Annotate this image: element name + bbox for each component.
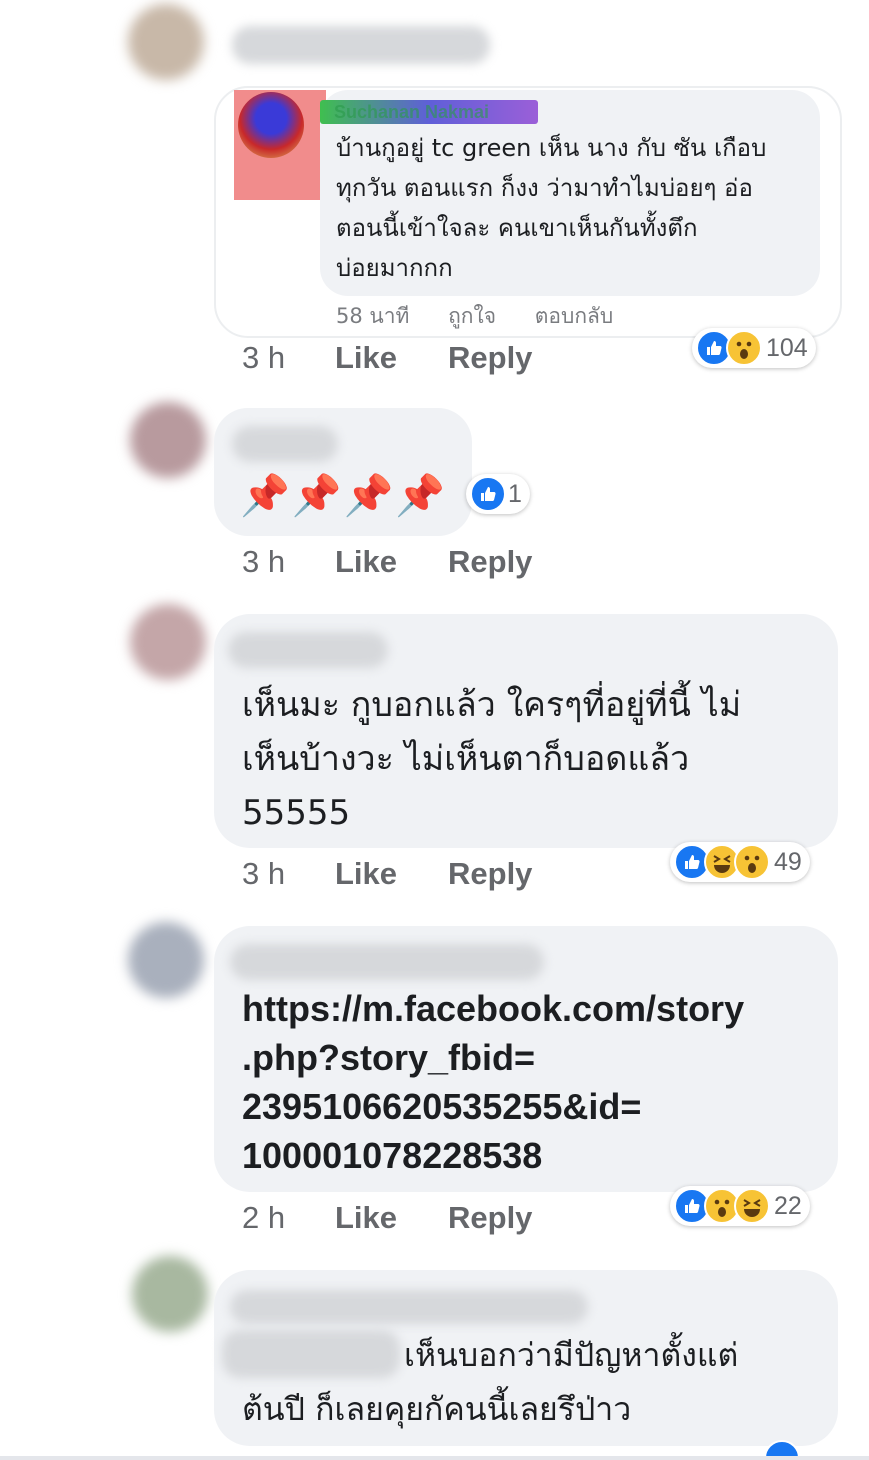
comment-time: 3 h [242, 544, 286, 579]
reaction-count: 22 [774, 1191, 802, 1220]
embedded-avatar [238, 92, 304, 158]
comment-time: 3 h [242, 856, 286, 891]
avatar[interactable] [132, 1256, 208, 1332]
page-bottom-edge [0, 1456, 869, 1460]
like-button[interactable]: Like [335, 1200, 397, 1236]
wow-icon [734, 844, 770, 880]
reaction-count: 104 [766, 333, 808, 362]
commenter-name-redacted[interactable] [232, 426, 338, 462]
like-icon [470, 476, 506, 512]
embedded-reply: ตอบกลับ [534, 304, 614, 328]
avatar[interactable] [128, 922, 204, 998]
mention-redacted[interactable] [222, 1330, 400, 1378]
like-button[interactable]: Like [335, 340, 397, 376]
comment-text-line2: ต้นปี ก็เลยคุยกัคนนี้เลยรึป่าว [242, 1390, 632, 1428]
embedded-author-redaction: Suchanan Nakmai [320, 100, 538, 124]
reaction-summary[interactable]: 104 [692, 328, 816, 368]
embedded-time: 58 นาที [336, 304, 410, 328]
reply-button[interactable]: Reply [448, 340, 532, 376]
comment-time: 2 h [242, 1200, 286, 1235]
haha-icon [734, 1188, 770, 1224]
comment-time: 3 h [242, 340, 286, 375]
avatar[interactable] [130, 604, 206, 680]
commenter-name-redacted[interactable] [232, 26, 490, 64]
comment-text: เห็นมะ กูบอกแล้ว ใครๆที่อยู่ที่นี้ ไม่ เ… [242, 685, 742, 833]
comment-link[interactable]: https://m.facebook.com/story .php?story_… [242, 984, 822, 1180]
reaction-summary[interactable]: 1 [466, 474, 530, 514]
reply-button[interactable]: Reply [448, 856, 532, 892]
like-button[interactable]: Like [335, 544, 397, 580]
embedded-like: ถูกใจ [448, 304, 497, 328]
commenter-name-redacted[interactable] [228, 632, 388, 668]
avatar[interactable] [128, 4, 204, 80]
embedded-comment-text: บ้านกูอยู่ tc green เห็น นาง กับ ซัน เกื… [336, 134, 767, 282]
reaction-summary[interactable]: 22 [670, 1186, 810, 1226]
avatar[interactable] [130, 402, 206, 478]
commenter-name-redacted[interactable] [230, 1290, 588, 1324]
reply-button[interactable]: Reply [448, 1200, 532, 1236]
comment-text-line1: เห็นบอกว่ามีปัญหาตั้งแต่ [404, 1336, 739, 1374]
comment-text: 📌📌📌📌 [240, 473, 448, 519]
reaction-count: 49 [774, 847, 802, 876]
reply-button[interactable]: Reply [448, 544, 532, 580]
embedded-screenshot: Suchanan Nakmai บ้านกูอยู่ tc green เห็น… [214, 86, 842, 338]
embedded-author: Suchanan Nakmai [334, 102, 490, 122]
embedded-meta: 58 นาที ถูกใจ ตอบกลับ [336, 300, 613, 333]
reaction-summary[interactable]: 49 [670, 842, 810, 882]
commenter-name-redacted[interactable] [230, 944, 544, 980]
reaction-count: 1 [508, 479, 522, 508]
like-button[interactable]: Like [335, 856, 397, 892]
wow-icon [726, 330, 762, 366]
